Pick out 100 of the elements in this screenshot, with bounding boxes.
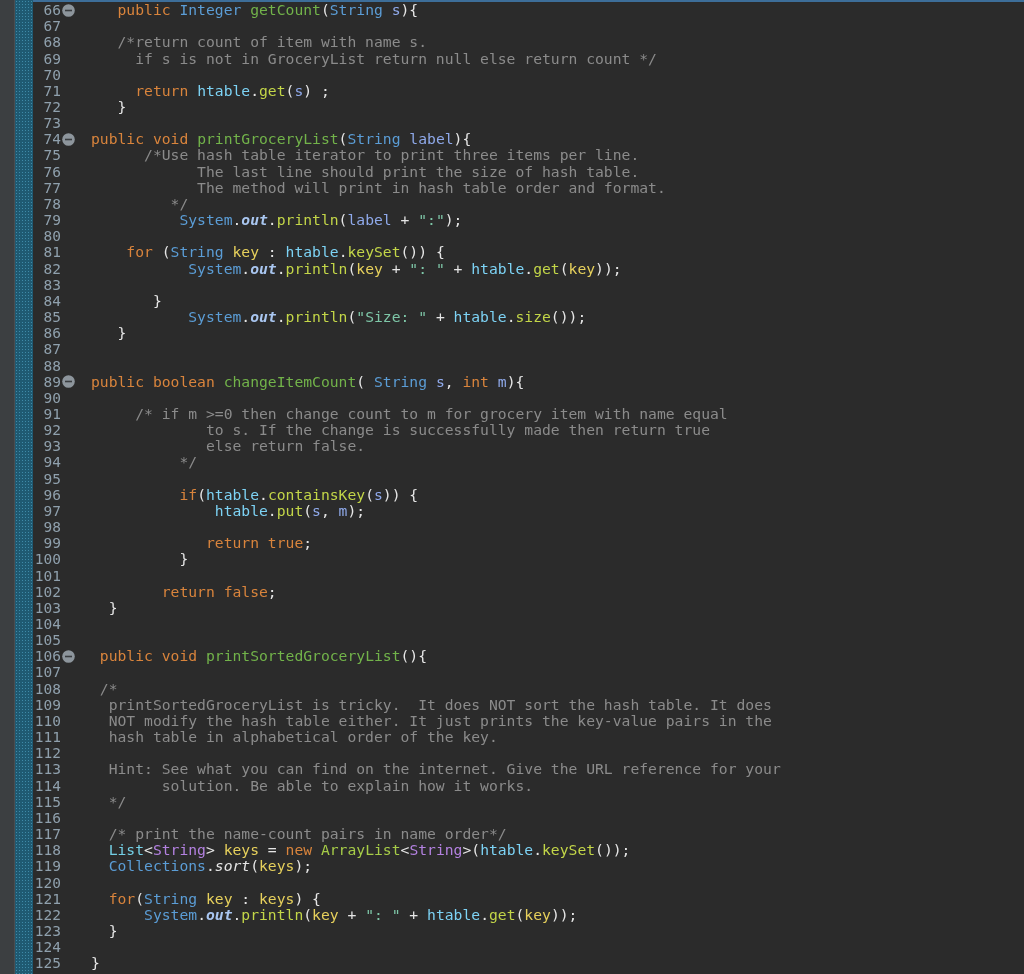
code-line: Collections.sort(keys);	[107, 858, 313, 875]
code-line: public void printGroceryList(String label){	[91, 131, 472, 148]
code-line: solution. Be able to explain how it works.	[160, 777, 534, 794]
line-number: 112	[34, 745, 61, 762]
line-number: 121	[34, 890, 61, 907]
code-line: hash table in alphabetical order of the key.	[107, 729, 498, 746]
line-number: 75	[42, 147, 61, 164]
line-number: 125	[34, 955, 61, 972]
code-line: /*return count of item with name s.	[116, 34, 428, 51]
code-line: public Integer getCount(String s){	[116, 2, 419, 19]
line-number: 71	[42, 82, 61, 99]
code-line: for(String key : keys) {	[107, 890, 321, 907]
line-number: 113	[34, 761, 61, 778]
code-line: }	[151, 292, 162, 309]
code-line: }	[116, 99, 127, 115]
code-line: else return false.	[204, 438, 366, 455]
code-line: return false;	[160, 583, 277, 600]
line-number: 106	[34, 648, 61, 665]
code-line: */	[107, 793, 127, 810]
code-line: NOT modify the hash table either. It just prints the key-value pairs in the	[107, 712, 772, 729]
code-line: for (String key : htable.keySet()) {	[125, 244, 445, 261]
code-line: }	[107, 923, 118, 939]
code-line: System.out.println(key + ": " + htable.get(key));	[143, 906, 578, 923]
line-number: 73	[42, 115, 61, 132]
line-number: 104	[34, 616, 61, 632]
line-number: 101	[34, 567, 61, 584]
line-number: 109	[34, 696, 61, 713]
line-number: 116	[34, 809, 61, 826]
line-number: 95	[42, 470, 61, 487]
line-number: 91	[42, 406, 61, 422]
collapse-icon[interactable]	[62, 649, 75, 663]
collapse-icon[interactable]	[62, 132, 75, 146]
code-line: printSortedGroceryList is tricky. It does NOT sort the hash table. It does	[108, 696, 772, 713]
line-number: 81	[42, 244, 61, 261]
line-number: 79	[42, 212, 61, 229]
line-number: 111	[34, 729, 61, 746]
code-line: */	[178, 454, 198, 471]
line-number: 117	[34, 826, 61, 843]
code-line: */	[169, 195, 189, 212]
line-number: 90	[42, 389, 61, 406]
line-number: 103	[34, 599, 61, 616]
line-number: 69	[42, 50, 61, 67]
code-line: }	[91, 955, 100, 972]
line-number: 74	[42, 131, 61, 148]
code-line: The last line should print the size of hash table.	[196, 163, 640, 180]
code-line: to s. If the change is successfully made then return true	[204, 422, 710, 439]
line-number: 120	[34, 874, 61, 891]
line-number: 115	[34, 793, 61, 810]
line-number: 122	[34, 906, 61, 923]
line-number: 67	[42, 18, 61, 35]
line-number: 76	[42, 163, 61, 180]
collapse-icon[interactable]	[62, 375, 75, 389]
code-line: /*	[98, 680, 118, 697]
line-number: 83	[42, 276, 61, 293]
code-line: return htable.get(s) ;	[134, 82, 330, 99]
line-number: 78	[42, 195, 61, 212]
line-number: 108	[34, 680, 61, 697]
line-number: 66	[42, 2, 61, 19]
line-number: 70	[42, 66, 61, 83]
code-line: if s is not in GroceryList return null else return count */	[134, 50, 657, 67]
code-line: System.out.println(key + ": " + htable.get(key));	[188, 260, 622, 277]
line-number: 114	[34, 777, 61, 794]
line-number: 107	[34, 664, 61, 681]
code-line: }	[178, 551, 189, 568]
code-line: htable.put(s, m);	[213, 502, 366, 519]
line-number: 94	[42, 454, 61, 471]
line-number: 97	[42, 502, 61, 519]
line-number: 98	[42, 519, 61, 536]
code-line: /* if m >=0 then change count to m for grocery item with name equal	[134, 406, 728, 422]
code-line: /*Use hash table iterator to print three items per line.	[143, 147, 640, 164]
code-line: /* print the name-count pairs in name order*/	[107, 826, 507, 843]
line-number: 85	[42, 309, 61, 326]
line-number: 84	[42, 292, 61, 309]
code-line: if(htable.containsKey(s)) {	[178, 486, 419, 503]
line-number: 87	[42, 341, 61, 358]
code-line: System.out.println(label + ":");	[178, 212, 463, 229]
code-line: System.out.println("Size: " + htable.size());	[187, 309, 587, 326]
line-number: 100	[34, 551, 61, 568]
collapse-icon[interactable]	[62, 3, 75, 17]
line-number: 82	[42, 260, 61, 277]
line-number: 72	[42, 99, 61, 115]
code-line: Hint: See what you can find on the internet. Give the URL reference for your	[107, 761, 781, 778]
line-number: 99	[42, 535, 61, 552]
line-number: 89	[42, 373, 61, 390]
code-line: public boolean changeItemCount( String s, int m){	[91, 373, 525, 390]
code-line: }	[107, 599, 118, 616]
line-number: 80	[42, 228, 61, 245]
code-line: return true;	[204, 535, 313, 552]
line-number: 93	[42, 438, 61, 455]
code-line: List<String> keys = new ArrayList<String>(htable.keySet());	[107, 842, 631, 859]
code-line: The method will print in hash table order and format.	[196, 179, 666, 196]
line-number: 123	[34, 923, 61, 939]
line-number: 88	[42, 357, 61, 374]
line-number: 118	[34, 842, 61, 859]
line-number: 86	[42, 325, 61, 342]
line-number: 119	[34, 858, 61, 875]
line-number: 102	[34, 583, 61, 600]
line-number: 68	[42, 34, 61, 51]
line-number: 110	[34, 712, 61, 729]
line-number: 92	[42, 422, 61, 439]
